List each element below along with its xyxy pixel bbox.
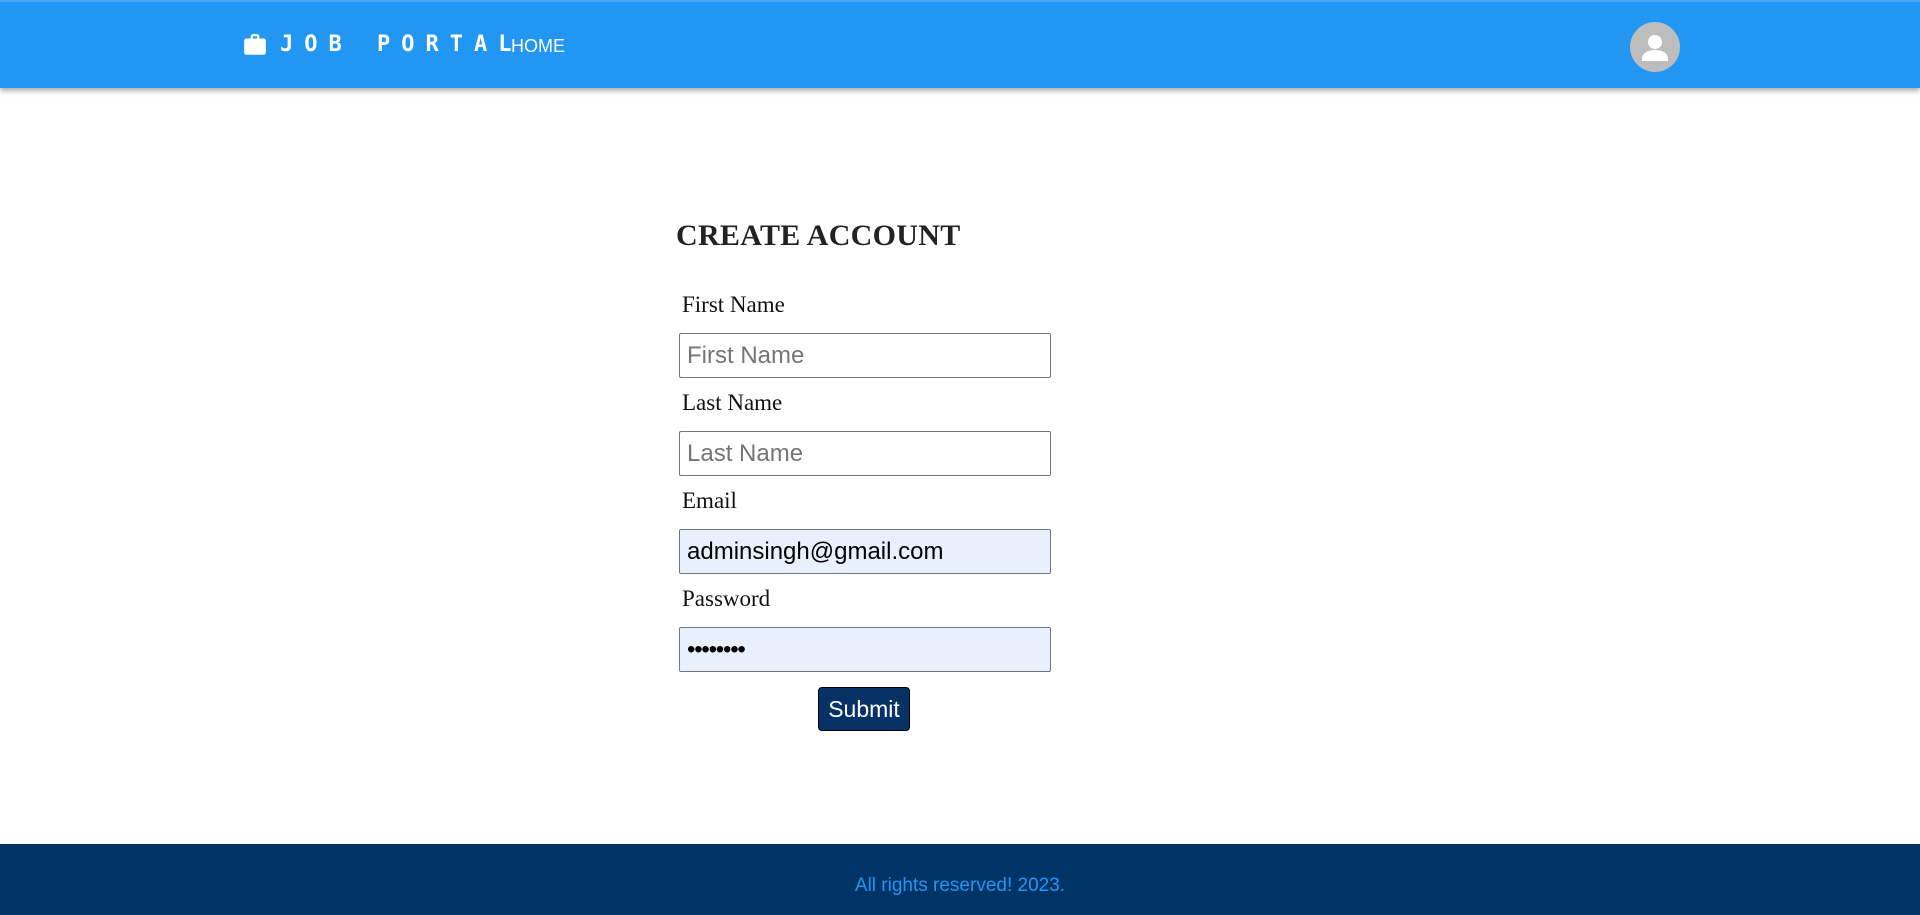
email-input[interactable]	[679, 529, 1051, 574]
email-label: Email	[682, 488, 737, 513]
user-avatar-icon	[1642, 35, 1668, 61]
top-navbar: JOB PORTAL HOME	[0, 0, 1920, 88]
last-name-input[interactable]	[679, 431, 1051, 476]
last-name-label: Last Name	[682, 390, 783, 415]
brand-logo-link[interactable]: JOB PORTAL	[242, 30, 522, 60]
first-name-input[interactable]	[679, 333, 1051, 378]
create-account-form: CREATE ACCOUNT First Name Last Name Emai…	[676, 215, 1096, 731]
submit-button[interactable]: Submit	[818, 687, 910, 731]
password-input[interactable]	[679, 627, 1051, 672]
page-title: CREATE ACCOUNT	[676, 219, 961, 252]
user-avatar-button[interactable]	[1630, 22, 1680, 72]
first-name-label: First Name	[682, 292, 785, 317]
briefcase-icon	[242, 32, 268, 58]
password-label: Password	[682, 586, 771, 611]
page-footer: All rights reserved! 2023.	[0, 844, 1920, 915]
brand-name: JOB PORTAL	[280, 32, 523, 57]
nav-home-link[interactable]: HOME	[511, 34, 565, 58]
footer-copyright: All rights reserved! 2023.	[854, 875, 1066, 896]
